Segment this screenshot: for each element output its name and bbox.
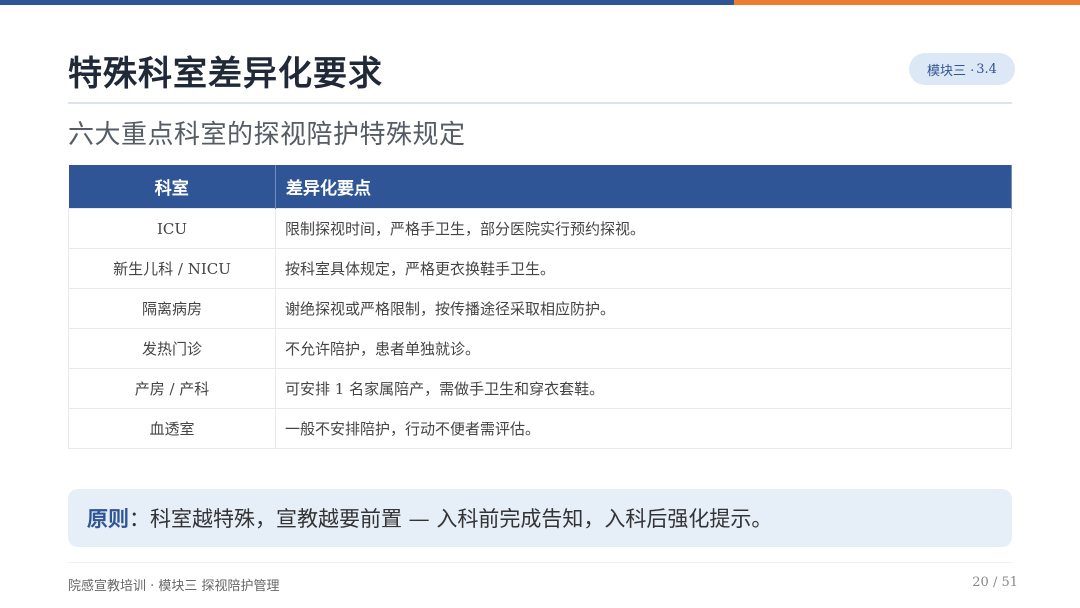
page-subtitle: 六大重点科室的探视陪护特殊规定 xyxy=(68,120,466,150)
table-row: 新生儿科 / NICU 按科室具体规定，严格更衣换鞋手卫生。 xyxy=(68,248,1012,289)
department-table: 科室 差异化要点 ICU 限制探视时间，严格手卫生，部分医院实行预约探视。 新生… xyxy=(68,165,1012,449)
module-badge-text: 模块三 · xyxy=(927,63,975,79)
requirement-cell: 谢绝探视或严格限制，按传播途径采取相应防护。 xyxy=(275,288,1012,329)
principle-text: ：科室越特殊，宣教越要前置 — 入科前完成告知，入科后强化提示。 xyxy=(129,507,773,531)
top-bar-orange xyxy=(734,0,1080,5)
table-header-row: 科室 差异化要点 xyxy=(68,165,1012,209)
table-row: 产房 / 产科 可安排 1 名家属陪产，需做手卫生和穿衣套鞋。 xyxy=(68,368,1012,409)
page-number: 20 / 51 xyxy=(972,575,1018,590)
requirement-cell: 限制探视时间，严格手卫生，部分医院实行预约探视。 xyxy=(275,208,1012,249)
department-cell: ICU xyxy=(68,208,276,249)
department-cell: 隔离病房 xyxy=(68,288,276,329)
table-row: 血透室 一般不安排陪护，行动不便者需评估。 xyxy=(68,408,1012,449)
department-cell: 发热门诊 xyxy=(68,328,276,369)
page-title: 特殊科室差异化要求 xyxy=(68,54,383,94)
column-header-points: 差异化要点 xyxy=(275,165,1012,209)
top-bar-blue xyxy=(0,0,734,5)
table-row: 发热门诊 不允许陪护，患者单独就诊。 xyxy=(68,328,1012,369)
title-divider xyxy=(68,102,1012,104)
department-cell: 产房 / 产科 xyxy=(68,368,276,409)
requirement-cell: 可安排 1 名家属陪产，需做手卫生和穿衣套鞋。 xyxy=(275,368,1012,409)
requirement-cell: 按科室具体规定，严格更衣换鞋手卫生。 xyxy=(275,248,1012,289)
department-cell: 新生儿科 / NICU xyxy=(68,248,276,289)
column-header-department: 科室 xyxy=(68,165,276,209)
requirement-cell: 不允许陪护，患者单独就诊。 xyxy=(275,328,1012,369)
top-accent-bar xyxy=(0,0,1080,5)
module-badge: 模块三 · 3.4 xyxy=(909,53,1015,85)
table-row: ICU 限制探视时间，严格手卫生，部分医院实行预约探视。 xyxy=(68,208,1012,249)
footer-course-title: 院感宣教培训 · 模块三 探视陪护管理 xyxy=(68,579,280,594)
module-badge-number: 3.4 xyxy=(976,61,997,77)
department-cell: 血透室 xyxy=(68,408,276,449)
table-row: 隔离病房 谢绝探视或严格限制，按传播途径采取相应防护。 xyxy=(68,288,1012,329)
principle-callout: 原则 ：科室越特殊，宣教越要前置 — 入科前完成告知，入科后强化提示。 xyxy=(68,489,1012,547)
requirement-cell: 一般不安排陪护，行动不便者需评估。 xyxy=(275,408,1012,449)
footer-divider xyxy=(68,562,1012,563)
principle-label: 原则 xyxy=(87,507,129,531)
